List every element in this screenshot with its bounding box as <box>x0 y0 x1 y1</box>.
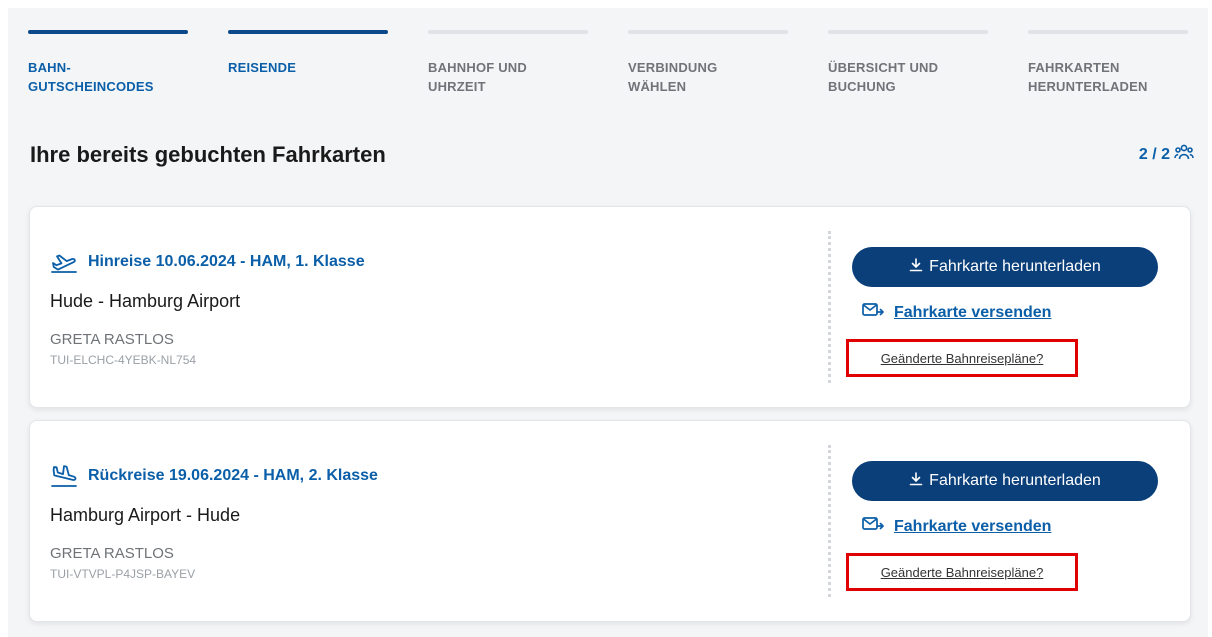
step-label: VERBINDUNG WÄHLEN <box>628 60 718 94</box>
send-label: Fahrkarte versenden <box>894 517 1052 535</box>
step-label: FAHRKARTEN HERUNTERLADEN <box>1028 60 1148 94</box>
trip-heading: Hinreise 10.06.2024 - HAM, 1. Klasse <box>50 250 365 274</box>
step-progress-bar <box>828 30 988 34</box>
download-icon <box>909 257 923 277</box>
step-bahnhof-uhrzeit: BAHNHOF UND UHRZEIT <box>428 30 588 96</box>
send-ticket-link[interactable]: Fahrkarte versenden <box>862 302 1051 323</box>
step-uebersicht-buchung: ÜBERSICHT UND BUCHUNG <box>828 30 988 96</box>
step-label: ÜBERSICHT UND BUCHUNG <box>828 60 939 94</box>
plane-departure-icon <box>50 250 78 274</box>
step-gutscheincodes[interactable]: BAHN- GUTSCHEINCODES <box>28 30 188 96</box>
route-label: Hude - Hamburg Airport <box>50 291 241 311</box>
step-label: BAHN- GUTSCHEINCODES <box>28 60 154 94</box>
changed-plans-link[interactable]: Geänderte Bahnreisepläne? <box>846 339 1078 377</box>
group-icon <box>1174 142 1194 167</box>
step-fahrkarten-herunterladen: FAHRKARTEN HERUNTERLADEN <box>1028 30 1188 96</box>
mail-send-icon <box>862 302 884 323</box>
mail-send-icon <box>862 516 884 537</box>
download-ticket-button[interactable]: Fahrkarte herunterladen <box>852 247 1158 287</box>
step-label: REISENDE <box>228 60 297 75</box>
page: BAHN- GUTSCHEINCODES REISENDE BAHNHOF UN… <box>0 0 1212 637</box>
ticket-card: Rückreise 19.06.2024 - HAM, 2. Klasse Ha… <box>29 420 1191 622</box>
send-label: Fahrkarte versenden <box>894 303 1052 321</box>
card-divider <box>828 445 831 597</box>
trip-label: Hinreise 10.06.2024 - HAM, 1. Klasse <box>88 253 365 270</box>
download-label: Fahrkarte herunterladen <box>929 258 1101 275</box>
step-progress-bar <box>428 30 588 34</box>
route-label: Hamburg Airport - Hude <box>50 505 241 525</box>
send-ticket-link[interactable]: Fahrkarte versenden <box>862 516 1051 537</box>
step-progress-bar <box>228 30 388 34</box>
download-icon <box>909 471 923 491</box>
changed-plans-link[interactable]: Geänderte Bahnreisepläne? <box>846 553 1078 591</box>
step-progress-bar <box>1028 30 1188 34</box>
traveler-name: GRETA RASTLOS <box>50 545 174 562</box>
passenger-counter: 2 / 2 <box>1139 142 1194 167</box>
plane-arrival-icon <box>50 464 78 488</box>
section-title: Ihre bereits gebuchten Fahrkarten <box>30 142 386 167</box>
step-label: BAHNHOF UND UHRZEIT <box>428 60 527 94</box>
booking-reference: TUI-VTVPL-P4JSP-BAYEV <box>50 567 196 581</box>
booking-reference: TUI-ELCHC-4YEBK-NL754 <box>50 353 197 367</box>
step-reisende[interactable]: REISENDE <box>228 30 388 77</box>
trip-heading: Rückreise 19.06.2024 - HAM, 2. Klasse <box>50 464 378 488</box>
step-progress-bar <box>28 30 188 34</box>
trip-label: Rückreise 19.06.2024 - HAM, 2. Klasse <box>88 467 378 484</box>
download-label: Fahrkarte herunterladen <box>929 472 1101 489</box>
step-verbindung-waehlen: VERBINDUNG WÄHLEN <box>628 30 788 96</box>
step-progress-bar <box>628 30 788 34</box>
progress-stepper: BAHN- GUTSCHEINCODES REISENDE BAHNHOF UN… <box>28 30 1192 110</box>
traveler-name: GRETA RASTLOS <box>50 331 174 348</box>
passenger-count: 2 / 2 <box>1138 145 1170 163</box>
booking-panel: BAHN- GUTSCHEINCODES REISENDE BAHNHOF UN… <box>8 8 1208 637</box>
ticket-card: Hinreise 10.06.2024 - HAM, 1. Klasse Hud… <box>29 206 1191 408</box>
card-divider <box>828 231 831 383</box>
download-ticket-button[interactable]: Fahrkarte herunterladen <box>852 461 1158 501</box>
